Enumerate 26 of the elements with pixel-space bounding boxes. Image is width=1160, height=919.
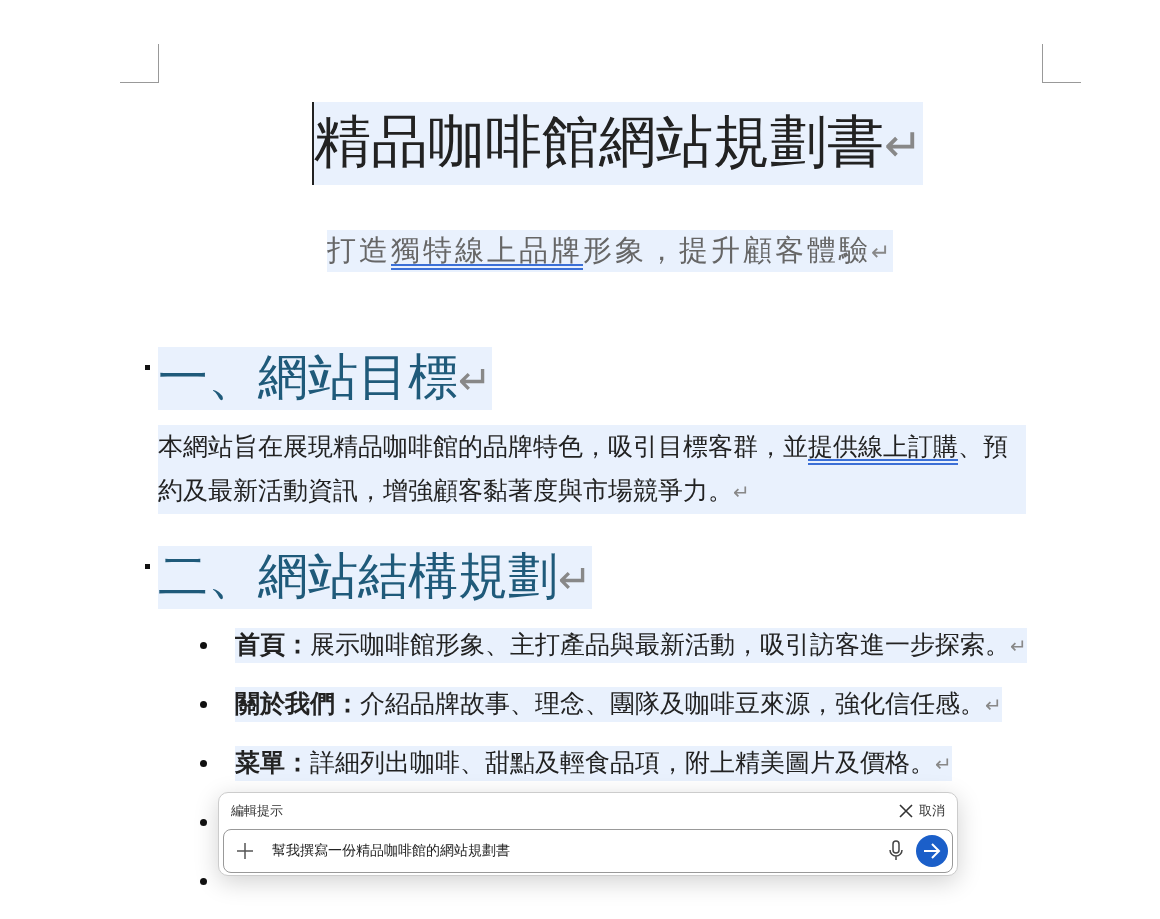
prompt-field[interactable]: 幫我撰寫一份精品咖啡館的網站規劃書 [223,829,953,873]
document-subtitle: 打造獨特線上品牌形象，提升顧客體驗↵ [327,230,893,272]
bullet-icon [200,701,207,708]
list-item: 菜單：詳細列出咖啡、甜點及輕食品項，附上精美圖片及價格。↵ [235,745,952,781]
list-item: 關於我們：介紹品牌故事、理念、團隊及咖啡豆來源，強化信任感。↵ [235,686,1002,722]
heading-marker [145,365,150,370]
send-button[interactable] [916,835,948,867]
microphone-icon[interactable] [888,840,904,862]
document-title: 精品咖啡館網站規劃書↵ [311,102,923,185]
arrow-icon [922,842,942,860]
body-paragraph: 本網站旨在展現精品咖啡館的品牌特色，吸引目標客群，並提供線上訂購、預約及最新活動資訊，增強顧客黏著度與市場競爭力。↵ [158,425,1026,514]
crop-mark [1042,44,1081,83]
section-heading: 二、網站結構規劃↵ [158,546,592,609]
bullet-icon [200,642,207,649]
heading-marker [145,564,150,569]
list-item: 首頁：展示咖啡館形象、主打產品與最新活動，吸引訪客進一步探索。↵ [235,627,1027,663]
plus-icon[interactable] [236,842,254,860]
prompt-input[interactable]: 幫我撰寫一份精品咖啡館的網站規劃書 [270,842,876,860]
cancel-button[interactable]: 取消 [899,802,945,820]
panel-title: 編輯提示 [231,802,283,820]
section-heading: 一、網站目標↵ [158,347,492,410]
crop-mark [120,44,159,83]
bullet-icon [200,878,207,885]
close-icon [899,804,913,818]
bullet-icon [200,760,207,767]
bullet-icon [200,819,207,826]
